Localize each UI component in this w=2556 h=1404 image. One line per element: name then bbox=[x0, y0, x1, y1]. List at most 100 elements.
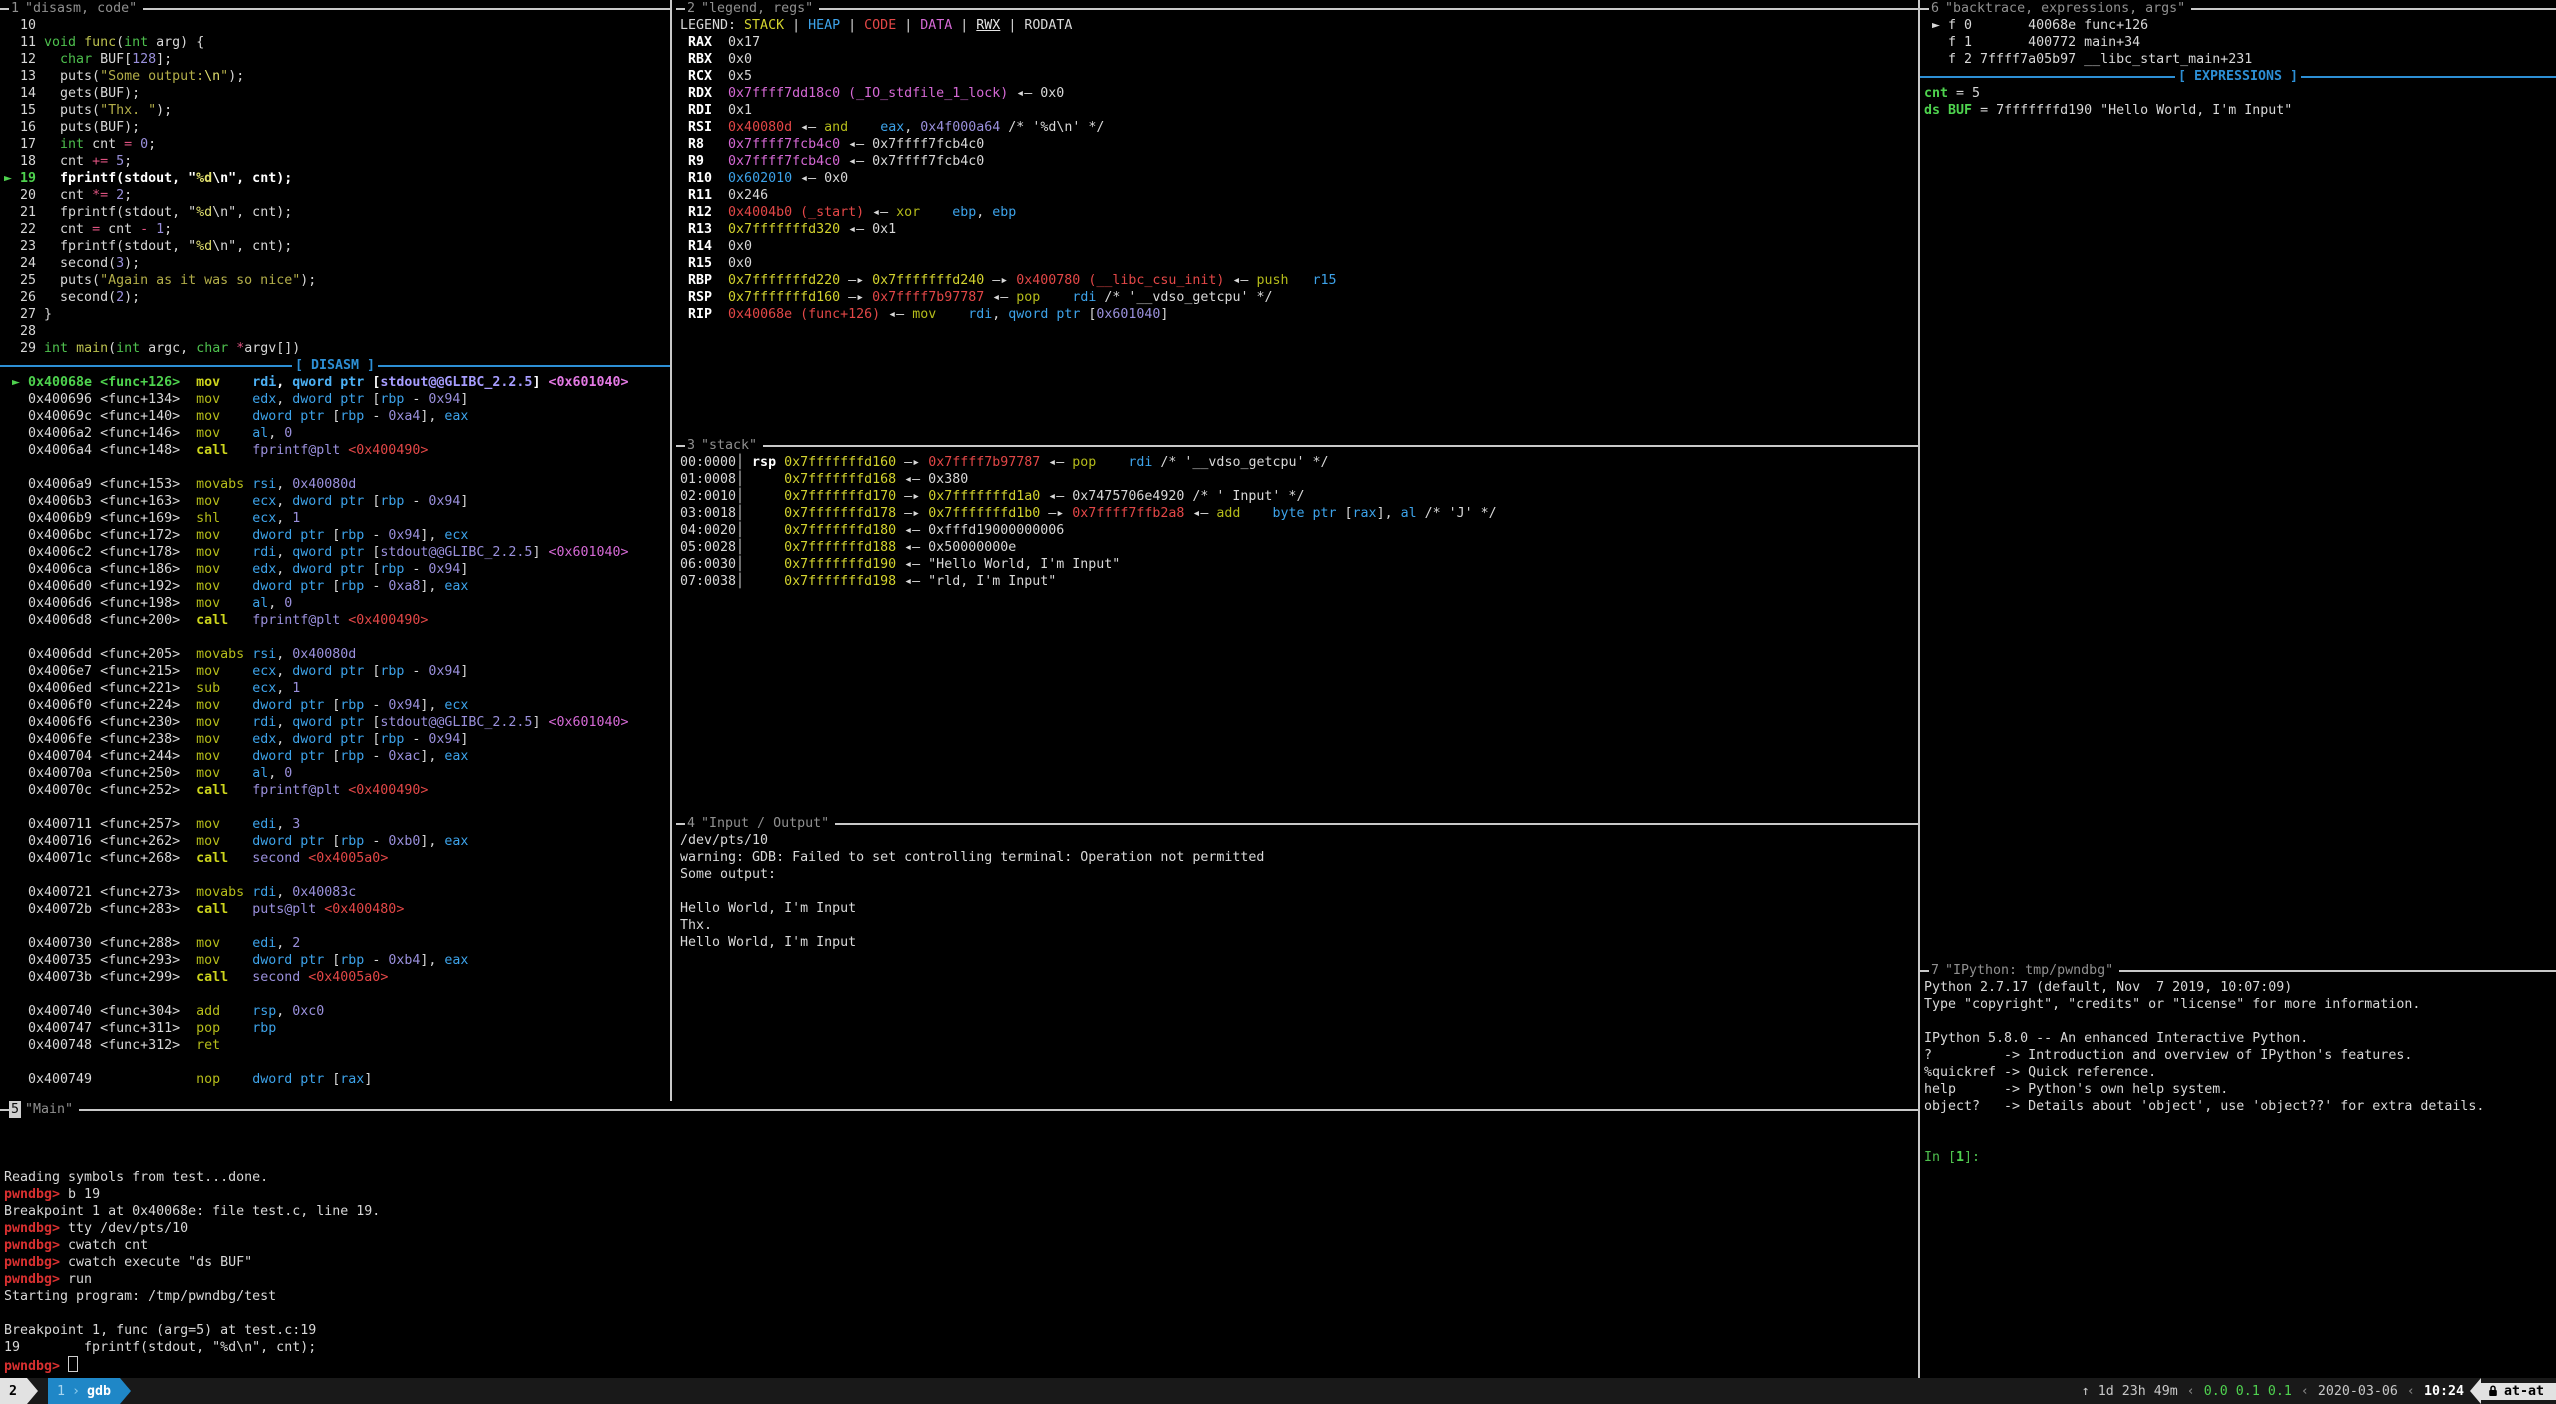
text-segment: IPython 5.8.0 -- An enhanced Interactive… bbox=[1924, 1031, 2308, 1046]
text-segment: mov bbox=[196, 953, 220, 968]
text-segment: mov bbox=[196, 834, 220, 849]
text-segment: 0x602010 bbox=[728, 171, 792, 186]
text-segment bbox=[228, 851, 252, 866]
text-segment: int bbox=[116, 341, 140, 356]
text-segment: STACK bbox=[744, 18, 784, 33]
tmux-window-tab-gdb[interactable]: 1 › gdb bbox=[48, 1378, 120, 1404]
text-segment: rax bbox=[1353, 506, 1377, 521]
text-segment: f 2 7ffff7a05b97 __libc_start_main+231 bbox=[1924, 52, 2252, 67]
text-segment: second bbox=[252, 970, 300, 985]
status-load-average: 0.0 0.1 0.1 bbox=[2204, 1383, 2292, 1400]
text-segment: dword ptr bbox=[252, 698, 324, 713]
text-segment: ); bbox=[156, 103, 172, 118]
text-segment: /* 'J' */ bbox=[1417, 506, 1497, 521]
text-segment: 12 bbox=[4, 52, 60, 67]
text-segment: 11 bbox=[4, 35, 44, 50]
terminal-line: 0x4006fe <func+238> mov edx, dword ptr [… bbox=[4, 731, 670, 748]
text-segment: help -> Python's own help system. bbox=[1924, 1082, 2228, 1097]
pane-stack[interactable]: 3"stack" 00:0000│ rsp 0x7fffffffd160 —▸ … bbox=[676, 437, 1918, 815]
text-segment: 0 bbox=[140, 137, 148, 152]
terminal-line: RIP 0x40068e (func+126) ◂— mov rdi, qwor… bbox=[680, 306, 1918, 323]
text-segment: movabs bbox=[196, 477, 244, 492]
text-segment: rbp bbox=[340, 834, 364, 849]
terminal-line: pwndbg> cwatch cnt bbox=[4, 1237, 1918, 1254]
terminal-line bbox=[4, 1135, 1918, 1152]
text-segment: 0x7fffffffd198 bbox=[784, 574, 896, 589]
terminal-line: ► 0x40068e <func+126> mov rdi, qword ptr… bbox=[4, 374, 670, 391]
pane-border-line bbox=[2191, 8, 2556, 10]
text-segment bbox=[76, 35, 84, 50]
terminal-line: 11 void func(int arg) { bbox=[4, 34, 670, 51]
pane-main-gdb-console[interactable]: 5"Main" Reading symbols from test...done… bbox=[0, 1101, 1918, 1378]
text-segment: 18 cnt bbox=[4, 154, 92, 169]
text-segment bbox=[228, 443, 252, 458]
terminal-line: Python 2.7.17 (default, Nov 7 2019, 10:0… bbox=[1924, 979, 2556, 996]
text-segment: [ bbox=[324, 579, 340, 594]
text-segment: 0x4006dd <func+205> bbox=[4, 647, 196, 662]
pane-name: "legend, regs" bbox=[701, 0, 813, 17]
terminal-line: R13 0x7fffffffd320 ◂— 0x1 bbox=[680, 221, 1918, 238]
text-segment: 0x7fffffffd170 bbox=[784, 489, 896, 504]
pane-backtrace-expressions[interactable]: 6"backtrace, expressions, args" ► f 0 40… bbox=[1920, 0, 2556, 962]
text-segment: 05:0028│ bbox=[680, 540, 784, 555]
text-segment: object? -> Details about 'object', use '… bbox=[1924, 1099, 2484, 1114]
text-segment: Thx. bbox=[680, 918, 720, 933]
terminal-line: pwndbg> cwatch execute "ds BUF" bbox=[4, 1254, 1918, 1271]
terminal-line: 0x400749 nop dword ptr [rax] bbox=[4, 1071, 670, 1088]
text-segment: ◂— 0x380 bbox=[896, 472, 968, 487]
text-segment: ); bbox=[124, 290, 140, 305]
text-segment: <0x4005a0> bbox=[308, 970, 388, 985]
text-segment: 0x17 bbox=[728, 35, 760, 50]
text-segment: R9 bbox=[680, 154, 728, 169]
text-segment: ebp bbox=[992, 205, 1016, 220]
tmux-session-badge[interactable]: 2 bbox=[0, 1378, 27, 1404]
terminal-line: 0x400704 <func+244> mov dword ptr [rbp -… bbox=[4, 748, 670, 765]
text-segment: ; bbox=[148, 137, 156, 152]
text-segment: = bbox=[124, 137, 132, 152]
text-segment: 0x400730 <func+288> bbox=[4, 936, 196, 951]
pane-legend-regs[interactable]: 2"legend, regs" LEGEND: STACK | HEAP | C… bbox=[676, 0, 1918, 437]
text-segment: ◂— "Hello World, I'm Input" bbox=[896, 557, 1120, 572]
text-segment: - bbox=[404, 494, 428, 509]
pane-input-output[interactable]: 4"Input / Output" /dev/pts/10warning: GD… bbox=[676, 815, 1918, 1101]
text-segment: 0x400721 <func+273> bbox=[4, 885, 196, 900]
text-segment: mov bbox=[196, 698, 220, 713]
text-segment: 0x4006a2 <func+146> bbox=[4, 426, 196, 441]
text-segment: 0x40070c <func+252> bbox=[4, 783, 196, 798]
text-segment: 0x5 bbox=[728, 69, 752, 84]
text-segment: RAX bbox=[680, 35, 728, 50]
text-segment: 27 } bbox=[4, 307, 52, 322]
text-segment: 3 bbox=[116, 256, 124, 271]
text-segment: 14 gets(BUF); bbox=[4, 86, 140, 101]
text-segment: run bbox=[68, 1272, 92, 1287]
text-segment: = bbox=[92, 222, 100, 237]
text-segment: rbp bbox=[252, 1021, 276, 1036]
text-segment: fprintf(stdout, " bbox=[36, 171, 196, 186]
terminal-line: RSI 0x40080d ◂— and eax, 0x4f000a64 /* '… bbox=[680, 119, 1918, 136]
text-segment: RBP bbox=[680, 273, 728, 288]
text-segment: 0xb0 bbox=[388, 834, 420, 849]
text-segment: mov bbox=[196, 766, 220, 781]
terminal-line: 0x4006f6 <func+230> mov rdi, qword ptr [… bbox=[4, 714, 670, 731]
pane-ipython[interactable]: 7"IPython: tmp/pwndbg" Python 2.7.17 (de… bbox=[1920, 962, 2556, 1378]
text-segment: pwndbg> bbox=[4, 1221, 68, 1236]
text-segment: /dev/pts/10 bbox=[680, 833, 768, 848]
text-segment: - bbox=[364, 409, 388, 424]
text-segment: rbp bbox=[340, 953, 364, 968]
text-segment: , bbox=[276, 664, 292, 679]
terminal-line: Breakpoint 1 at 0x40068e: file test.c, l… bbox=[4, 1203, 1918, 1220]
text-segment: 0x40083c bbox=[292, 885, 356, 900]
text-segment: RSI bbox=[680, 120, 728, 135]
text-segment: *= bbox=[92, 188, 108, 203]
terminal-line: 0x4006a9 <func+153> movabs rsi, 0x40080d bbox=[4, 476, 670, 493]
terminal-line: 0x40070a <func+250> mov al, 0 bbox=[4, 765, 670, 782]
text-segment: func bbox=[84, 35, 116, 50]
text-segment: cnt bbox=[100, 222, 140, 237]
pane-disasm-code[interactable]: 1"disasm, code" 10 11 void func(int arg)… bbox=[0, 0, 670, 1101]
text-segment: 0x400735 <func+293> bbox=[4, 953, 196, 968]
status-bar-left: 2 1 › gdb bbox=[0, 1378, 131, 1404]
text-segment: [ bbox=[364, 392, 380, 407]
text-segment: 0x94 bbox=[428, 494, 460, 509]
text-segment: HEAP bbox=[808, 18, 840, 33]
text-segment: ] bbox=[1160, 307, 1168, 322]
